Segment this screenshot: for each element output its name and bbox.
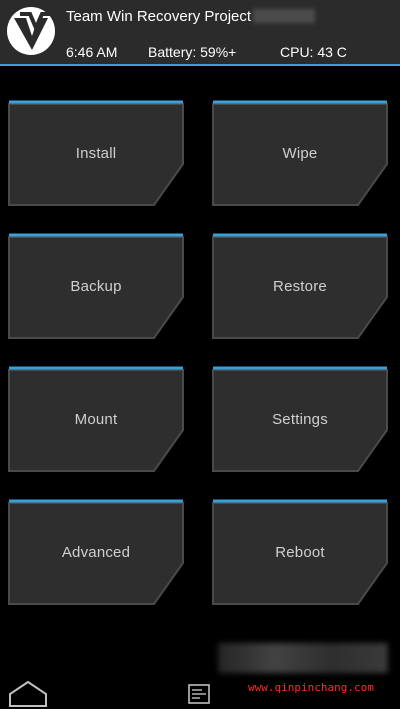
app-title-text: Team Win Recovery Project: [66, 8, 252, 25]
button-shape: [212, 233, 388, 339]
console-icon[interactable]: [188, 684, 210, 704]
cpu-display: CPU: 43 C: [280, 44, 347, 60]
app-title: Team Win Recovery Project: [66, 8, 316, 25]
button-shape: [8, 366, 184, 472]
time-display: 6:46 AM: [66, 44, 118, 60]
restore-button[interactable]: Restore: [212, 233, 388, 339]
button-shape: [212, 100, 388, 206]
advanced-button[interactable]: Advanced: [8, 499, 184, 605]
button-shape: [8, 100, 184, 206]
twrp-main-screen: Team Win Recovery Project 6:46 AM Batter…: [0, 0, 400, 709]
twrp-logo-icon: [7, 7, 55, 55]
watermark-text: www.qinpinchang.com: [248, 681, 374, 694]
home-icon[interactable]: [8, 680, 48, 708]
wipe-button[interactable]: Wipe: [212, 100, 388, 206]
reboot-button[interactable]: Reboot: [212, 499, 388, 605]
button-shape: [212, 366, 388, 472]
backup-button[interactable]: Backup: [8, 233, 184, 339]
mount-button[interactable]: Mount: [8, 366, 184, 472]
blurred-version: [253, 9, 316, 23]
button-shape: [8, 499, 184, 605]
button-shape: [8, 233, 184, 339]
blurred-overlay-text: [218, 643, 388, 673]
battery-display: Battery: 59%+: [148, 44, 237, 60]
status-header: Team Win Recovery Project 6:46 AM Batter…: [0, 0, 400, 66]
button-shape: [212, 499, 388, 605]
settings-button[interactable]: Settings: [212, 366, 388, 472]
install-button[interactable]: Install: [8, 100, 184, 206]
